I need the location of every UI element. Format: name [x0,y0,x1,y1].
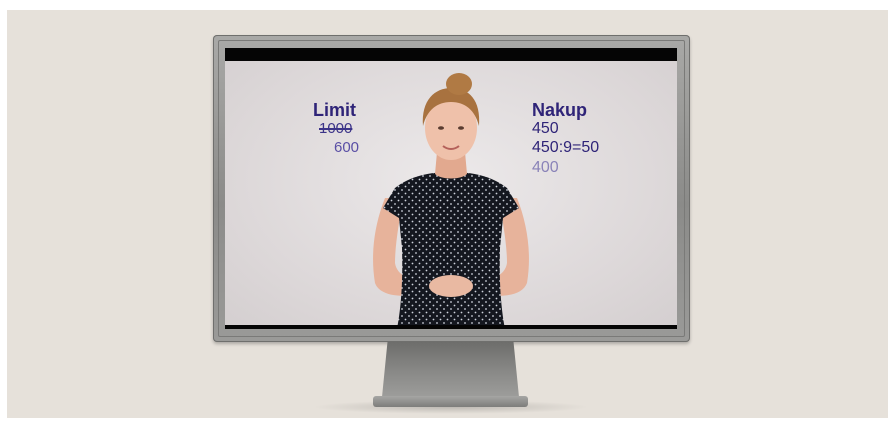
presenter-image [373,73,529,329]
monitor-screen: Limit 1000 600 Nakup 450 450:9=50 400 [225,48,677,329]
nakup-line-3: 400 [532,159,559,176]
letterbox-bottom [225,325,677,329]
limit-new-value: 600 [334,139,360,156]
limit-old-value: 1000 [319,120,353,137]
monitor-stand [382,342,519,397]
nakup-line-2: 450:9=50 [532,139,600,156]
monitor-stand-base [373,396,528,407]
monitor: Limit 1000 600 Nakup 450 450:9=50 400 [213,35,690,342]
limit-title: Limit [313,100,356,120]
nakup-title: Nakup [532,100,588,120]
nakup-line-1: 450 [532,120,559,137]
